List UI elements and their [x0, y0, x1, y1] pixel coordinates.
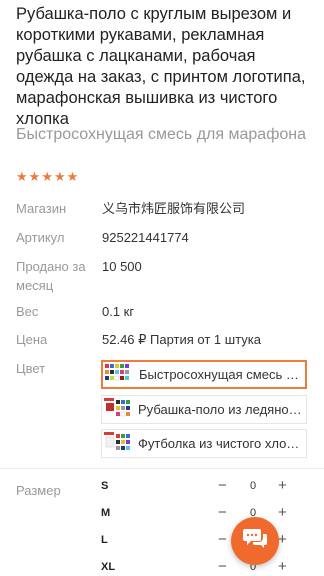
star-icon: ★: [16, 169, 28, 184]
size-name: M: [101, 507, 111, 519]
color-option-0[interactable]: Быстросохнущая смесь для марафона: [101, 360, 307, 389]
color-option-1[interactable]: Рубашка-поло из ледяного шелка: [101, 395, 307, 424]
variant-label: Быстросохнущая смесь для марафона: [139, 367, 305, 382]
chat-button[interactable]: [231, 517, 279, 565]
size-label: Размер: [16, 483, 61, 498]
color-option-2[interactable]: Футболка из чистого хлопка: [101, 429, 307, 458]
variant-label: Рубашка-поло из ледяного шелка: [138, 402, 306, 417]
star-icon: ★: [41, 169, 53, 184]
star-icon: ★: [28, 169, 41, 184]
price-label: Цена: [16, 332, 48, 347]
weight-value: 0.1 кг: [102, 304, 135, 319]
decrease-button[interactable]: −: [218, 532, 227, 548]
sold-label: Продано за месяц: [16, 259, 86, 293]
size-name: XL: [101, 561, 116, 573]
rating-stars: ★ ★ ★ ★ ★: [16, 170, 78, 184]
article-value: 925221441774: [102, 230, 189, 245]
price-value: 52.46 ₽ Партия от 1 штука: [102, 332, 261, 347]
store-label: Магазин: [16, 201, 67, 216]
increase-button[interactable]: +: [278, 532, 287, 548]
increase-button[interactable]: +: [278, 505, 287, 521]
product-title: Рубашка-поло с круглым вырезом и коротки…: [16, 5, 306, 128]
variant-label: Футболка из чистого хлопка: [138, 436, 306, 451]
variant-thumbnail: [103, 362, 137, 387]
star-icon: ★: [53, 169, 66, 184]
star-icon: ★: [66, 169, 79, 184]
product-subtitle: Быстросохнущая смесь для марафона: [16, 126, 306, 143]
chat-bubbles-icon: [242, 527, 268, 556]
weight-label: Вес: [16, 304, 39, 319]
variant-thumbnail: [102, 430, 136, 457]
variant-thumbnail: [102, 396, 136, 423]
increase-button[interactable]: +: [278, 478, 287, 494]
section-divider: [0, 468, 324, 469]
sold-value: 10 500: [102, 259, 142, 274]
decrease-button[interactable]: −: [218, 505, 227, 521]
article-label: Артикул: [16, 230, 65, 245]
quantity-value[interactable]: 0: [250, 480, 256, 492]
size-name: L: [101, 534, 108, 546]
decrease-button[interactable]: −: [218, 559, 227, 575]
increase-button[interactable]: +: [278, 559, 287, 575]
color-label: Цвет: [16, 361, 46, 376]
size-name: S: [101, 480, 109, 492]
decrease-button[interactable]: −: [218, 478, 227, 494]
store-value[interactable]: 义乌市炜匠服饰有限公司: [102, 199, 245, 218]
